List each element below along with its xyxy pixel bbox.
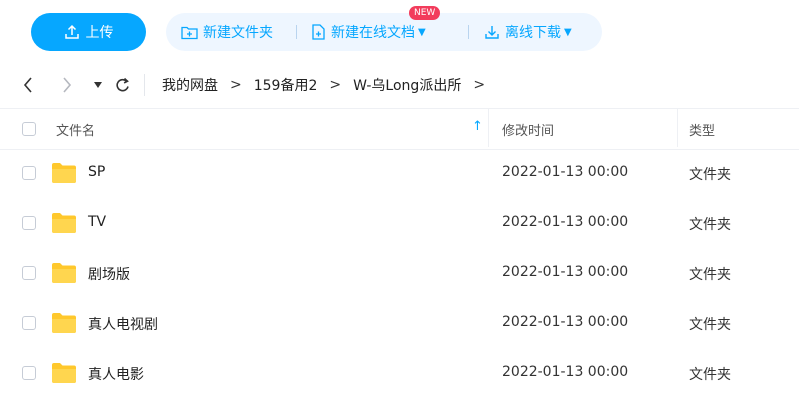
modified-time: 2022-01-13 00:00 bbox=[502, 164, 629, 180]
file-type: 文件夹 bbox=[689, 367, 731, 383]
new-doc-icon bbox=[312, 24, 325, 40]
navigation-bar: 我的网盘 > 159备用2 > W-乌Long派出所 > bbox=[0, 62, 799, 108]
offline-download-button[interactable]: 离线下载 ▼ bbox=[484, 22, 572, 42]
breadcrumb: 我的网盘 > 159备用2 > W-乌Long派出所 > bbox=[162, 75, 497, 95]
file-type: 文件夹 bbox=[689, 167, 731, 183]
folder-icon bbox=[52, 163, 76, 183]
modified-time: 2022-01-13 00:00 bbox=[502, 314, 629, 330]
folder-icon bbox=[52, 313, 76, 333]
select-all-checkbox[interactable] bbox=[22, 122, 36, 136]
breadcrumb-separator: > bbox=[329, 77, 342, 93]
refresh-icon[interactable] bbox=[115, 76, 131, 94]
row-checkbox[interactable] bbox=[22, 316, 36, 330]
file-name[interactable]: 真人电视剧 bbox=[88, 314, 158, 334]
breadcrumb-item[interactable]: 159备用2 bbox=[254, 75, 318, 95]
file-name[interactable]: 真人电影 bbox=[88, 364, 144, 384]
column-divider bbox=[677, 109, 678, 147]
column-header-name[interactable]: 文件名 bbox=[56, 120, 95, 139]
breadcrumb-separator: > bbox=[473, 77, 486, 93]
modified-time: 2022-01-13 00:00 bbox=[502, 264, 629, 280]
modified-time: 2022-01-13 00:00 bbox=[502, 214, 629, 230]
file-name[interactable]: 剧场版 bbox=[88, 264, 130, 284]
file-list: SP 2022-01-13 00:00 文件夹 TV 2022-01-13 00… bbox=[0, 148, 799, 398]
history-dropdown-icon[interactable] bbox=[93, 81, 103, 89]
folder-icon bbox=[52, 363, 76, 383]
row-checkbox[interactable] bbox=[22, 266, 36, 280]
divider bbox=[296, 25, 297, 39]
file-name[interactable]: SP bbox=[88, 164, 105, 180]
table-header: 文件名 ↑ 修改时间 类型 bbox=[0, 108, 799, 150]
new-folder-icon bbox=[181, 26, 198, 39]
divider bbox=[468, 25, 469, 39]
table-row[interactable]: 真人电视剧 2022-01-13 00:00 文件夹 bbox=[0, 298, 799, 348]
download-icon bbox=[485, 26, 499, 39]
new-online-doc-label: 新建在线文档 bbox=[331, 25, 415, 41]
forward-icon[interactable] bbox=[61, 76, 73, 94]
back-icon[interactable] bbox=[22, 76, 34, 94]
table-row[interactable]: TV 2022-01-13 00:00 文件夹 bbox=[0, 198, 799, 248]
file-type: 文件夹 bbox=[689, 267, 731, 283]
breadcrumb-item[interactable]: 我的网盘 bbox=[162, 75, 218, 95]
upload-icon bbox=[64, 24, 79, 39]
new-folder-button[interactable]: 新建文件夹 bbox=[181, 22, 273, 42]
breadcrumb-item[interactable]: W-乌Long派出所 bbox=[353, 75, 461, 95]
breadcrumb-separator: > bbox=[230, 77, 242, 93]
file-name[interactable]: TV bbox=[88, 214, 106, 230]
new-badge: NEW bbox=[409, 6, 441, 20]
table-row[interactable]: 真人电影 2022-01-13 00:00 文件夹 bbox=[0, 348, 799, 398]
upload-label: 上传 bbox=[85, 25, 114, 41]
offline-download-label: 离线下载 bbox=[505, 25, 561, 41]
divider bbox=[144, 74, 145, 96]
new-online-doc-button[interactable]: 新建在线文档 ▼ bbox=[311, 22, 426, 42]
modified-time: 2022-01-13 00:00 bbox=[502, 364, 629, 380]
toolbar: 上传 新建文件夹 新建在线文档 ▼ NEW 离线下载 ▼ bbox=[0, 0, 799, 62]
folder-icon bbox=[52, 213, 76, 233]
file-type: 文件夹 bbox=[689, 317, 731, 333]
chevron-down-icon: ▼ bbox=[418, 26, 426, 38]
file-type: 文件夹 bbox=[689, 217, 731, 233]
upload-button[interactable]: 上传 bbox=[31, 13, 146, 51]
column-header-modified[interactable]: 修改时间 bbox=[502, 120, 554, 139]
row-checkbox[interactable] bbox=[22, 216, 36, 230]
column-divider bbox=[488, 109, 489, 147]
action-group: 新建文件夹 新建在线文档 ▼ NEW 离线下载 ▼ bbox=[166, 6, 602, 51]
new-folder-label: 新建文件夹 bbox=[203, 25, 273, 41]
sort-ascending-icon[interactable]: ↑ bbox=[472, 119, 483, 134]
table-row[interactable]: 剧场版 2022-01-13 00:00 文件夹 bbox=[0, 248, 799, 298]
chevron-down-icon: ▼ bbox=[564, 26, 572, 38]
table-row[interactable]: SP 2022-01-13 00:00 文件夹 bbox=[0, 148, 799, 198]
folder-icon bbox=[52, 263, 76, 283]
row-checkbox[interactable] bbox=[22, 166, 36, 180]
column-header-type[interactable]: 类型 bbox=[689, 120, 715, 139]
row-checkbox[interactable] bbox=[22, 366, 36, 380]
